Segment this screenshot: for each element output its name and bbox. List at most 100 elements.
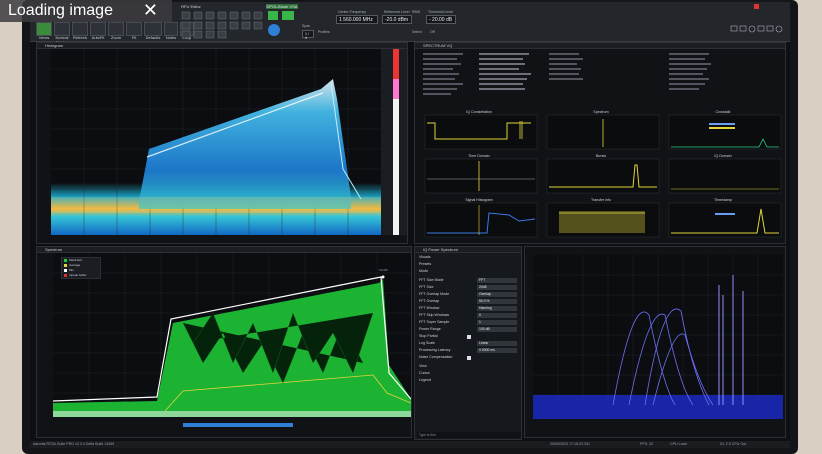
notes-button[interactable]: Notes bbox=[164, 22, 178, 40]
setting-value[interactable]: 1 bbox=[477, 320, 517, 325]
mini-chart-grid: IQ Constellation Spectrum Crosstalk Time… bbox=[419, 109, 783, 243]
spectrum-vq-panel: SPECTRUM VQ IQ Constellation Spectrum Cr… bbox=[414, 42, 786, 244]
legend-inpeak: Inpeak buffer bbox=[69, 273, 87, 277]
views-label: Views bbox=[38, 35, 50, 40]
setting-label: FFT Overlap Mode bbox=[419, 292, 450, 296]
mini-chart-6[interactable] bbox=[668, 158, 782, 194]
setting-row: FFT Size Mode FFT bbox=[419, 277, 517, 284]
spectrum-panel: Spectrum M1dBr Max/Hold Average Min Inpe… bbox=[36, 246, 412, 438]
mode-select-label[interactable]: Select bbox=[412, 30, 422, 34]
histogram-plot[interactable] bbox=[51, 49, 407, 235]
setting-row: Processing Latency 0.0000 ms bbox=[419, 347, 517, 354]
mini-chart-title: IQ Constellation bbox=[466, 110, 492, 114]
legend-min: Min bbox=[69, 268, 74, 272]
setting-label: FFT Size bbox=[419, 285, 434, 289]
mini-chart-title: Bursts bbox=[596, 154, 606, 158]
rfu-editor-label: RFU Editor bbox=[181, 4, 201, 9]
off-label[interactable]: Off bbox=[430, 30, 435, 34]
vq-stats-table bbox=[423, 53, 711, 95]
noise-compensation-checkbox[interactable] bbox=[467, 356, 471, 360]
defaults-button[interactable]: Defaults bbox=[144, 22, 162, 40]
mini-chart-9[interactable] bbox=[668, 202, 782, 238]
refresh-label: Refresh bbox=[73, 35, 88, 40]
setting-value[interactable]: 50.0 % bbox=[477, 299, 517, 304]
zoom-button[interactable]: Zoom bbox=[108, 22, 124, 40]
section-legend[interactable]: Legend bbox=[419, 377, 517, 384]
status-fps: FPS: 22 bbox=[640, 442, 653, 446]
section-cursor[interactable]: Cursor bbox=[419, 370, 517, 377]
setting-value[interactable]: Hanning bbox=[477, 306, 517, 311]
spectrum-plot[interactable]: M1dBr bbox=[53, 253, 411, 431]
setting-value[interactable]: 2048 bbox=[477, 285, 517, 290]
section-mode[interactable]: Mode bbox=[419, 268, 517, 275]
rbw-label: RBW bbox=[412, 10, 421, 14]
frequency-band-bar[interactable] bbox=[183, 423, 293, 427]
spectrum-vq-title: SPECTRUM VQ bbox=[415, 43, 785, 49]
section-view-label: View bbox=[419, 364, 427, 368]
section-view[interactable]: View bbox=[419, 363, 517, 370]
center-freq-field[interactable]: 1 560.000 MHz bbox=[336, 15, 378, 24]
autofit-button[interactable]: AutoFit bbox=[90, 22, 106, 40]
mini-chart-4[interactable] bbox=[424, 158, 538, 194]
marker-point[interactable] bbox=[381, 275, 385, 279]
setting-value[interactable]: 0.0000 ms bbox=[477, 348, 517, 353]
mini-chart-title: Crosstalk bbox=[716, 110, 731, 114]
fit-button[interactable]: Fit bbox=[126, 22, 142, 40]
span-field[interactable]: 1 / 4 bbox=[302, 30, 314, 40]
ref-level-label: Reference Level bbox=[384, 10, 410, 14]
setting-value[interactable]: FFT bbox=[477, 278, 517, 283]
ref-level-field[interactable]: -20.0 dBm bbox=[382, 15, 412, 24]
mini-chart-7[interactable] bbox=[424, 202, 538, 238]
setting-value[interactable]: Overlap bbox=[477, 292, 517, 297]
record-icon[interactable] bbox=[282, 11, 294, 20]
refresh-button[interactable]: Refresh bbox=[72, 22, 88, 40]
setting-value[interactable]: Linear bbox=[477, 341, 517, 346]
status-cpu: CPU Load bbox=[670, 442, 687, 446]
legend-maxhold: Max/Hold bbox=[69, 258, 82, 262]
status-bar: Aaronia RTSA-Suite PRO v2.2.4 Delta Buil… bbox=[30, 441, 790, 448]
iq-spectrum-plot[interactable] bbox=[533, 255, 783, 431]
section-visuals[interactable]: Visuals bbox=[419, 254, 517, 261]
close-icon[interactable]: ✕ bbox=[143, 0, 158, 21]
defaults-label: Defaults bbox=[145, 35, 161, 40]
setting-row: FFT Size 2048 bbox=[419, 284, 517, 291]
setting-row: FFT Super Sample 1 bbox=[419, 319, 517, 326]
section-presets-label: Presets bbox=[419, 262, 432, 266]
setting-label: FFT Super Sample bbox=[419, 320, 450, 324]
legend-swatch-min bbox=[64, 269, 67, 272]
setting-row: Noise Compensation bbox=[419, 354, 517, 361]
setting-row: FFT Overlap Mode Overlap bbox=[419, 291, 517, 298]
loading-text: Loading image bbox=[8, 2, 113, 19]
close-window-icon[interactable] bbox=[754, 4, 759, 9]
mini-chart-5[interactable] bbox=[546, 158, 660, 194]
setting-row: Power Range 100 dB bbox=[419, 326, 517, 333]
setting-label: Power Range bbox=[419, 327, 441, 331]
setting-label: Noise Compensation bbox=[419, 355, 453, 359]
mini-chart-3[interactable] bbox=[668, 114, 782, 150]
notes-label: Notes bbox=[165, 35, 177, 40]
views-button[interactable]: Views bbox=[36, 22, 52, 40]
power-icon[interactable] bbox=[268, 24, 280, 36]
section-cursor-label: Cursor bbox=[419, 371, 430, 375]
profiles-label[interactable]: Profiles bbox=[318, 30, 330, 34]
spectrum-legend: Max/Hold Average Min Inpeak buffer bbox=[61, 257, 101, 279]
threshold-field[interactable]: - 20.00 dB bbox=[426, 15, 456, 24]
app-window: Views Normal Modes Refresh AutoFit Zoom … bbox=[30, 2, 790, 448]
setting-label: FFT Window bbox=[419, 306, 440, 310]
legend-swatch-maxhold bbox=[64, 259, 67, 262]
stop-partial-checkbox[interactable] bbox=[467, 335, 471, 339]
fit-label: Fit bbox=[131, 35, 137, 40]
play-icon[interactable] bbox=[268, 11, 278, 20]
window-tool-icons[interactable] bbox=[730, 24, 786, 34]
section-presets[interactable]: Presets bbox=[419, 261, 517, 268]
setting-value[interactable]: 100 dB bbox=[477, 327, 517, 332]
legend-swatch-inpeak bbox=[64, 274, 67, 277]
legend-swatch-average bbox=[64, 264, 67, 267]
setting-value[interactable]: 0 bbox=[477, 313, 517, 318]
section-mode-label: Mode bbox=[419, 269, 428, 273]
threshold-label: Threshold Level bbox=[428, 10, 453, 14]
normal-modes-button[interactable]: Normal Modes bbox=[54, 22, 70, 45]
setting-row: FFT Skip Windows 0 bbox=[419, 312, 517, 319]
mini-chart-title: IQ Domain bbox=[714, 154, 731, 158]
settings-search[interactable]: Type to find bbox=[417, 432, 521, 438]
